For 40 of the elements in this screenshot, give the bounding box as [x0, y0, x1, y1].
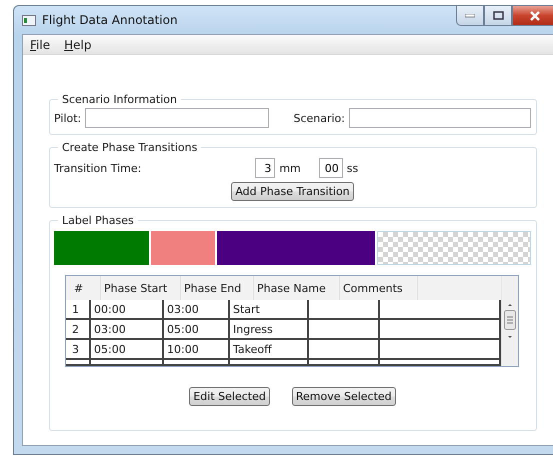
window-title: Flight Data Annotation	[42, 13, 178, 27]
table-cell: 05:00	[164, 320, 230, 338]
add-transition-button[interactable]: Add Phase Transition	[231, 182, 354, 201]
table-cell: Takeoff	[230, 340, 309, 358]
app-icon	[22, 14, 36, 26]
close-button[interactable]	[512, 6, 553, 26]
group-title: Scenario Information	[61, 93, 178, 106]
scrollbar[interactable]	[501, 276, 518, 366]
scenario-label: Scenario:	[293, 112, 345, 124]
seconds-unit: ss	[346, 162, 358, 174]
seconds-field[interactable]: 00	[318, 158, 343, 178]
maximize-button[interactable]	[484, 6, 512, 26]
table-cell: 00:00	[91, 300, 164, 318]
minimize-icon	[465, 14, 475, 18]
scroll-thumb[interactable]	[504, 310, 516, 330]
group-title: Label Phases	[61, 214, 135, 227]
minimize-button[interactable]	[456, 6, 484, 26]
table-cell: 1	[66, 300, 91, 318]
table-cell: 03:00	[91, 320, 164, 338]
scenario-field[interactable]	[349, 108, 531, 128]
minutes-unit: mm	[279, 162, 301, 174]
pilot-label: Pilot:	[54, 112, 82, 124]
close-icon	[529, 10, 541, 20]
transition-time-label: Transition Time:	[54, 162, 142, 174]
action-button[interactable]: Edit Selected	[189, 387, 270, 406]
group-title: Create Phase Transitions	[61, 141, 198, 154]
menu-item[interactable]: Help	[59, 38, 96, 52]
table-cell: 3	[66, 340, 91, 358]
menu-item[interactable]: File	[25, 38, 56, 52]
unlabeled-segment[interactable]	[377, 231, 531, 265]
action-button[interactable]: Remove Selected	[292, 387, 396, 406]
table-cell: Ingress	[230, 320, 309, 338]
pilot-field[interactable]	[85, 108, 270, 128]
table-cell: Start	[230, 300, 309, 318]
table-cell: 10:00	[164, 340, 230, 358]
maximize-icon	[492, 11, 504, 20]
table-cell: 03:00	[164, 300, 230, 318]
minutes-field[interactable]: 3	[255, 158, 276, 178]
table-cell: 2	[66, 320, 91, 338]
table-cell: 05:00	[91, 340, 164, 358]
